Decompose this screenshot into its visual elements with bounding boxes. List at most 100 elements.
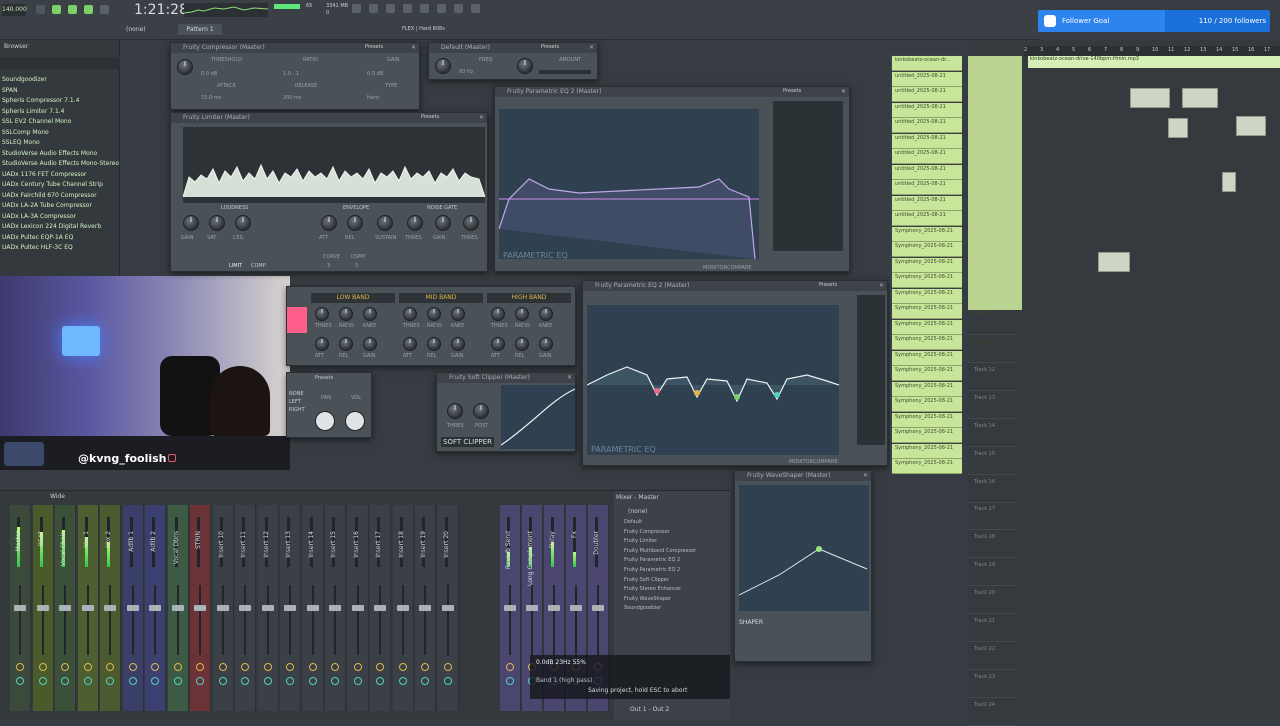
- beat-clip-header[interactable]: kinkobeatz-ocean-drive-140bpm-Hmin.mp3: [1028, 56, 1280, 68]
- channel-fader-handle[interactable]: [284, 605, 296, 611]
- clip-list-item[interactable]: untitled_2025-08-21: [892, 164, 962, 180]
- stop-button[interactable]: [52, 5, 61, 14]
- browser-item[interactable]: UADx Lexicon 224 Digital Reverb: [2, 223, 101, 230]
- clip-list-item[interactable]: Symphony_2025-08-21: [892, 412, 962, 428]
- channel-fader-handle[interactable]: [548, 605, 560, 611]
- route-knob[interactable]: [308, 663, 317, 671]
- multiband-knob[interactable]: [315, 337, 329, 351]
- type-value[interactable]: Hard: [367, 95, 379, 101]
- channel-fader-handle[interactable]: [592, 605, 604, 611]
- channel-fader-handle[interactable]: [104, 605, 116, 611]
- play-button[interactable]: [36, 5, 45, 14]
- close-icon[interactable]: [369, 4, 378, 13]
- track-header[interactable]: Adlib 2: [968, 335, 1018, 363]
- multiband-knob[interactable]: [491, 307, 505, 321]
- channel-fader-handle[interactable]: [261, 605, 274, 611]
- clip-list-item[interactable]: Symphony_2025-08-21: [892, 381, 962, 397]
- clip-list-item[interactable]: Symphony_2025-08-21: [892, 273, 962, 288]
- vocal-clip[interactable]: [1236, 116, 1266, 136]
- send-knob[interactable]: [421, 677, 429, 685]
- browser-item[interactable]: Soundgoodizer: [2, 76, 47, 83]
- mixer-channel[interactable]: Insert 14: [302, 505, 324, 711]
- clip-list-item[interactable]: kinkobeatz-ocean-dr...: [892, 56, 962, 71]
- multiband-band-label[interactable]: MID BAND: [399, 293, 483, 303]
- help-icon[interactable]: [403, 4, 412, 13]
- clip-list-item[interactable]: Symphony_2025-08-21: [892, 366, 962, 381]
- track-header[interactable]: Track 17: [968, 502, 1018, 531]
- send-knob[interactable]: [506, 677, 514, 685]
- close-icon[interactable]: ✕: [589, 43, 594, 53]
- channel-fader-handle[interactable]: [396, 605, 409, 611]
- mixer-channel[interactable]: Insert 11: [235, 505, 256, 711]
- peq2-graph[interactable]: [498, 109, 759, 260]
- peq2b-graph[interactable]: [586, 305, 840, 455]
- clip-list-item[interactable]: untitled_2025-08-21: [892, 118, 962, 133]
- send-knob[interactable]: [331, 677, 339, 685]
- browser-item[interactable]: UADx LA-2A Tube Compressor: [2, 202, 92, 209]
- peq2-monitor[interactable]: MONITOR: [703, 265, 727, 271]
- close-icon[interactable]: ✕: [411, 43, 416, 53]
- channel-fader-handle[interactable]: [306, 605, 319, 611]
- mixer-effect-slot[interactable]: Fruity Soft Clipper: [624, 577, 669, 583]
- mixer-channel[interactable]: Reverb Send: [500, 505, 521, 711]
- send-knob[interactable]: [196, 677, 204, 685]
- limiter-presets[interactable]: Presets: [421, 114, 439, 120]
- mixer-slot-none[interactable]: (none): [628, 508, 648, 515]
- channel-fader-handle[interactable]: [526, 605, 538, 611]
- send-knob[interactable]: [376, 677, 384, 685]
- send-knob[interactable]: [263, 677, 272, 685]
- clip-list-item[interactable]: untitled_2025-08-21: [892, 133, 962, 149]
- save-icon[interactable]: [420, 4, 429, 13]
- multiband-knob[interactable]: [363, 337, 377, 351]
- channel-fader-handle[interactable]: [171, 605, 184, 611]
- route-knob[interactable]: [353, 663, 362, 671]
- multiband-knob[interactable]: [491, 337, 505, 351]
- multiband-knob[interactable]: [363, 307, 377, 321]
- multiband-knob[interactable]: [515, 337, 529, 351]
- clip-list-item[interactable]: Symphony_2025-08-21: [892, 304, 962, 319]
- send-knob[interactable]: [241, 677, 249, 685]
- mixer-channel[interactable]: Insert 18: [392, 505, 414, 711]
- multiband-knob[interactable]: [403, 307, 417, 321]
- channel-fader-handle[interactable]: [59, 605, 71, 611]
- record-button[interactable]: [68, 5, 77, 14]
- route-knob[interactable]: [106, 663, 114, 671]
- channel-fader-handle[interactable]: [194, 605, 206, 611]
- limiter-tab-comp[interactable]: COMP: [251, 263, 266, 269]
- multiband-knob[interactable]: [539, 337, 553, 351]
- send-knob[interactable]: [218, 677, 227, 685]
- mixer-effect-slot[interactable]: Soundgoodizer: [624, 605, 661, 611]
- send-knob[interactable]: [353, 677, 362, 685]
- multiband-knob[interactable]: [315, 307, 329, 321]
- song-mode-button[interactable]: [100, 5, 109, 14]
- mixer-channel[interactable]: Adlib 2: [145, 505, 166, 711]
- mixer-effect-slot[interactable]: Fruity Compressor: [624, 529, 670, 535]
- mixer-channel[interactable]: Vox 1: [77, 505, 99, 711]
- curve-value[interactable]: 3: [327, 263, 330, 269]
- close-icon[interactable]: ✕: [879, 281, 884, 291]
- pattern-mode-button[interactable]: [84, 5, 93, 14]
- browser-item[interactable]: Spheris Compressor 7.1.4: [2, 97, 79, 104]
- route-knob[interactable]: [443, 663, 452, 671]
- clipper-post-knob[interactable]: [473, 403, 489, 419]
- clip-list-item[interactable]: Symphony_2025-08-21: [892, 335, 962, 350]
- clip-list-item[interactable]: Symphony_2025-08-21: [892, 428, 962, 443]
- track-header[interactable]: Track 16: [968, 475, 1018, 503]
- route-knob[interactable]: [331, 663, 339, 671]
- clip-list-item[interactable]: Symphony_2025-08-21: [892, 257, 962, 273]
- browser-item[interactable]: StudioVerse Audio Effects Mono-Stereo: [2, 160, 119, 167]
- clip-list-item[interactable]: Symphony_2025-08-21: [892, 226, 962, 242]
- limiter-knob[interactable]: [377, 215, 393, 231]
- stereo-option-1[interactable]: LEFT: [289, 399, 301, 405]
- stereo-option-0[interactable]: NONE: [289, 391, 304, 397]
- send-knob[interactable]: [286, 677, 294, 685]
- mixer-channel[interactable]: Vocal Chain: [55, 505, 76, 711]
- clip-list-item[interactable]: untitled_2025-08-21: [892, 180, 962, 195]
- browser-item[interactable]: SPAN: [2, 87, 18, 94]
- track-header[interactable]: Track 18: [968, 530, 1018, 559]
- send-knob[interactable]: [16, 677, 24, 685]
- grid-icon[interactable]: [471, 4, 480, 13]
- browser-item[interactable]: UADx Pultec EQP-1A EQ: [2, 234, 73, 241]
- stereo-option-2[interactable]: RIGHT: [289, 407, 305, 413]
- send-knob[interactable]: [173, 677, 182, 685]
